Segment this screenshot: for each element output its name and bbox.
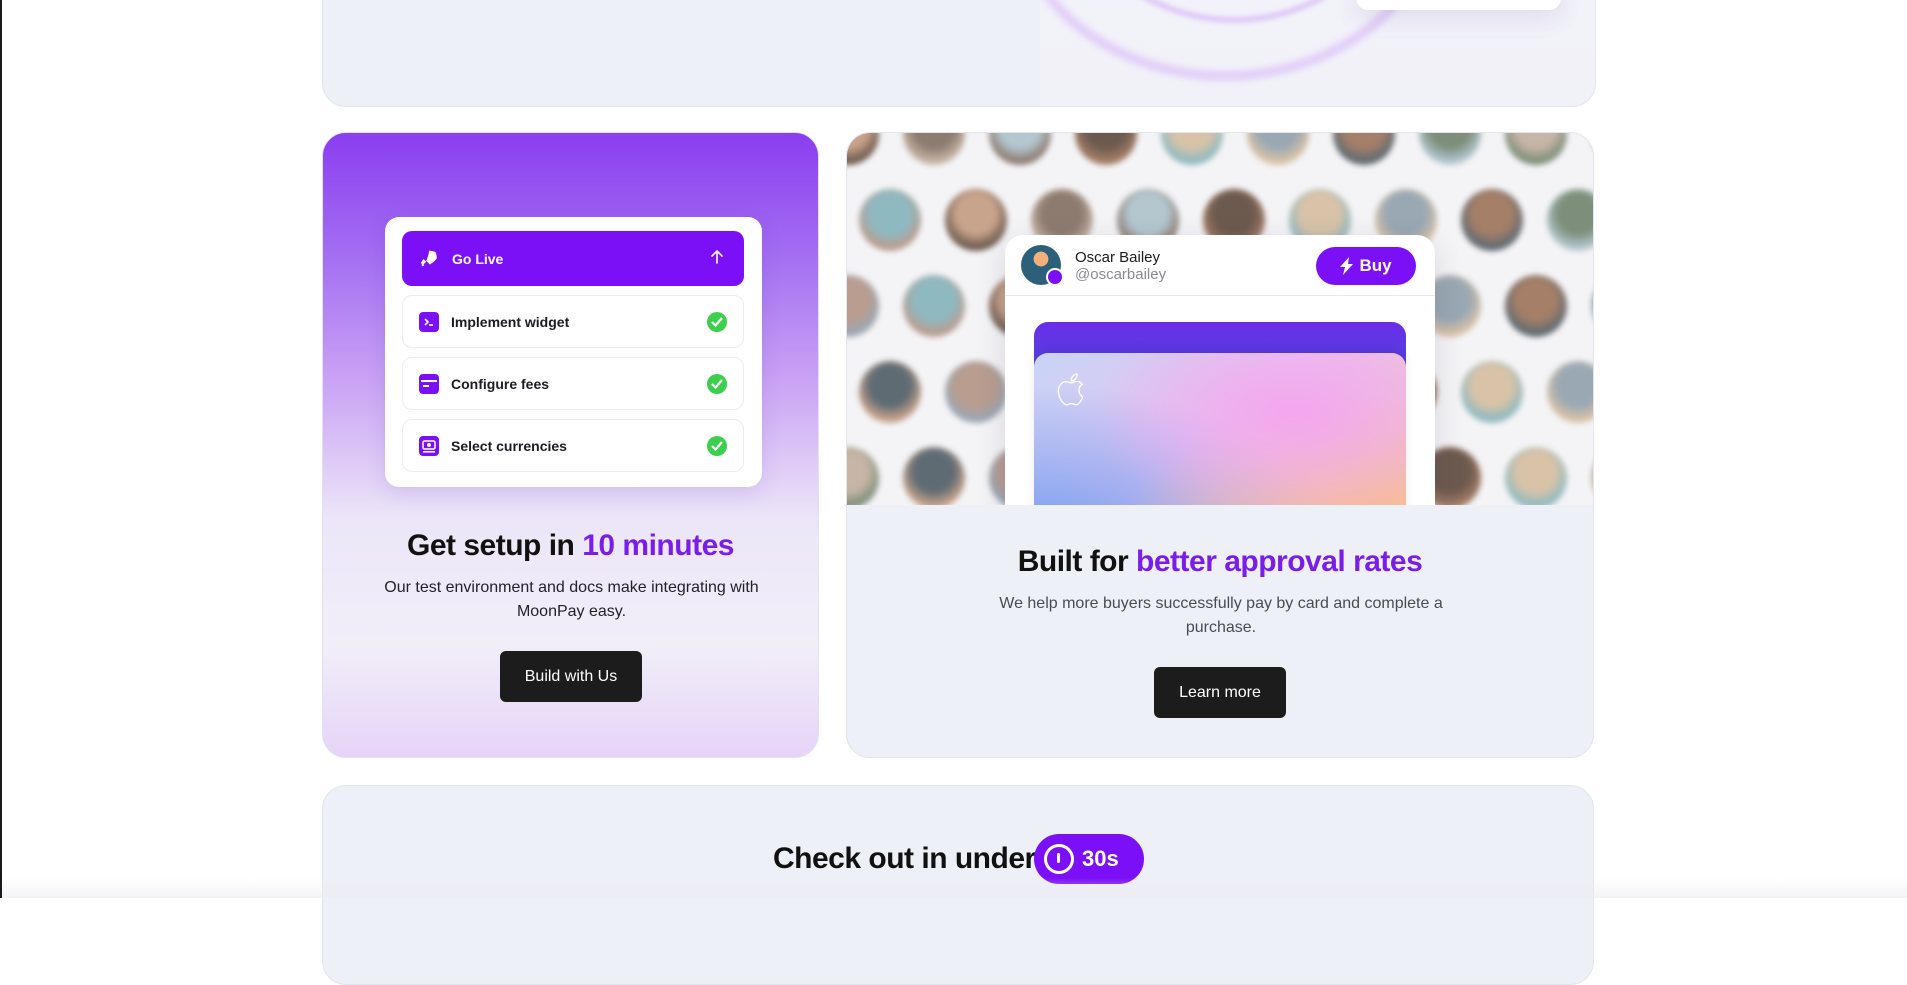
blurred-avatar (1075, 133, 1137, 165)
check-circle-icon (707, 312, 727, 332)
payment-card-illustration (1034, 353, 1406, 505)
setup-feature-card: Go Live Implement widget Configure fees (322, 132, 819, 758)
lightning-icon (1340, 257, 1354, 275)
checkout-heading: Check out in under (773, 842, 1036, 875)
blurred-avatar (847, 133, 879, 165)
go-live-button[interactable]: Go Live (402, 231, 744, 286)
approval-description: We help more buyers successfully pay by … (999, 595, 1443, 636)
buyer-profile-panel: Oscar Bailey @oscarbailey Buy (1005, 235, 1435, 505)
blurred-avatar (1591, 275, 1593, 337)
blurred-avatar (847, 275, 879, 337)
profile-name: Oscar Bailey (1075, 249, 1161, 266)
setup-heading-accent: 10 minutes (582, 529, 734, 562)
setup-checklist: Go Live Implement widget Configure fees (385, 217, 762, 487)
credit-card-icon (419, 373, 439, 394)
apple-logo-icon (1057, 373, 1084, 406)
check-circle-icon (707, 436, 727, 456)
blurred-avatar (903, 275, 965, 337)
approval-heading-prefix: Built for (1017, 545, 1137, 578)
terminal-icon (419, 311, 439, 332)
widget-preview-panel (1356, 0, 1561, 10)
learn-more-button[interactable]: Learn more (1154, 667, 1286, 718)
setup-heading: Get setup in 10 minutes (323, 529, 818, 563)
task-label: Implement widget (451, 313, 570, 330)
timer-badge: 30s (1034, 834, 1144, 884)
profile-handle: @oscarbailey (1075, 266, 1167, 283)
blurred-avatar (1419, 133, 1481, 165)
blurred-avatar (1505, 275, 1567, 337)
blurred-avatar (1547, 189, 1593, 251)
blurred-avatar (847, 447, 879, 505)
buy-button[interactable]: Buy (1316, 247, 1416, 285)
blurred-avatar (903, 133, 965, 165)
task-configure-fees[interactable]: Configure fees (402, 357, 744, 410)
blurred-avatar (1591, 447, 1593, 505)
bottom-fade (2, 878, 1907, 898)
task-label: Configure fees (451, 375, 550, 392)
blurred-avatar (1161, 133, 1223, 165)
blurred-avatar (1505, 447, 1567, 505)
blurred-avatar (1547, 361, 1593, 423)
verified-badge-icon (1046, 268, 1064, 286)
blurred-avatar (1461, 361, 1523, 423)
blurred-avatar (1333, 133, 1395, 165)
task-select-currencies[interactable]: Select currencies (402, 419, 744, 472)
currency-icon (419, 435, 439, 456)
blurred-avatar (945, 189, 1007, 251)
go-live-label: Go Live (452, 250, 504, 267)
arrow-up-icon (711, 250, 723, 264)
blurred-avatar (989, 133, 1051, 165)
task-label: Select currencies (451, 437, 567, 454)
approval-heading-accent: better approval rates (1136, 545, 1423, 578)
approval-heading: Built for better approval rates (847, 545, 1593, 579)
blurred-avatar (903, 447, 965, 505)
profile-header: Oscar Bailey @oscarbailey Buy (1005, 235, 1435, 296)
timer-label: 30s (1082, 846, 1119, 871)
build-with-us-button[interactable]: Build with Us (500, 651, 642, 702)
rocket-icon (421, 250, 437, 266)
timer-icon (1044, 844, 1074, 874)
buy-label: Buy (1359, 256, 1392, 275)
features-top-card (322, 0, 1596, 107)
setup-heading-prefix: Get setup in (407, 529, 583, 562)
approval-feature-card: Oscar Bailey @oscarbailey Buy Built for … (846, 132, 1594, 758)
setup-description: Our test environment and docs make integ… (384, 579, 759, 620)
avatar-wall-illustration: Oscar Bailey @oscarbailey Buy (847, 133, 1593, 505)
blurred-avatar (945, 361, 1007, 423)
blurred-avatar (859, 189, 921, 251)
blurred-avatar (859, 361, 921, 423)
blurred-avatar (1247, 133, 1309, 165)
task-implement-widget[interactable]: Implement widget (402, 295, 744, 348)
blurred-avatar (1505, 133, 1567, 165)
avatar (1021, 245, 1064, 286)
blurred-avatar (1461, 189, 1523, 251)
check-circle-icon (707, 374, 727, 394)
blurred-avatar (1591, 133, 1593, 165)
glow-illustration (1005, 0, 1595, 106)
